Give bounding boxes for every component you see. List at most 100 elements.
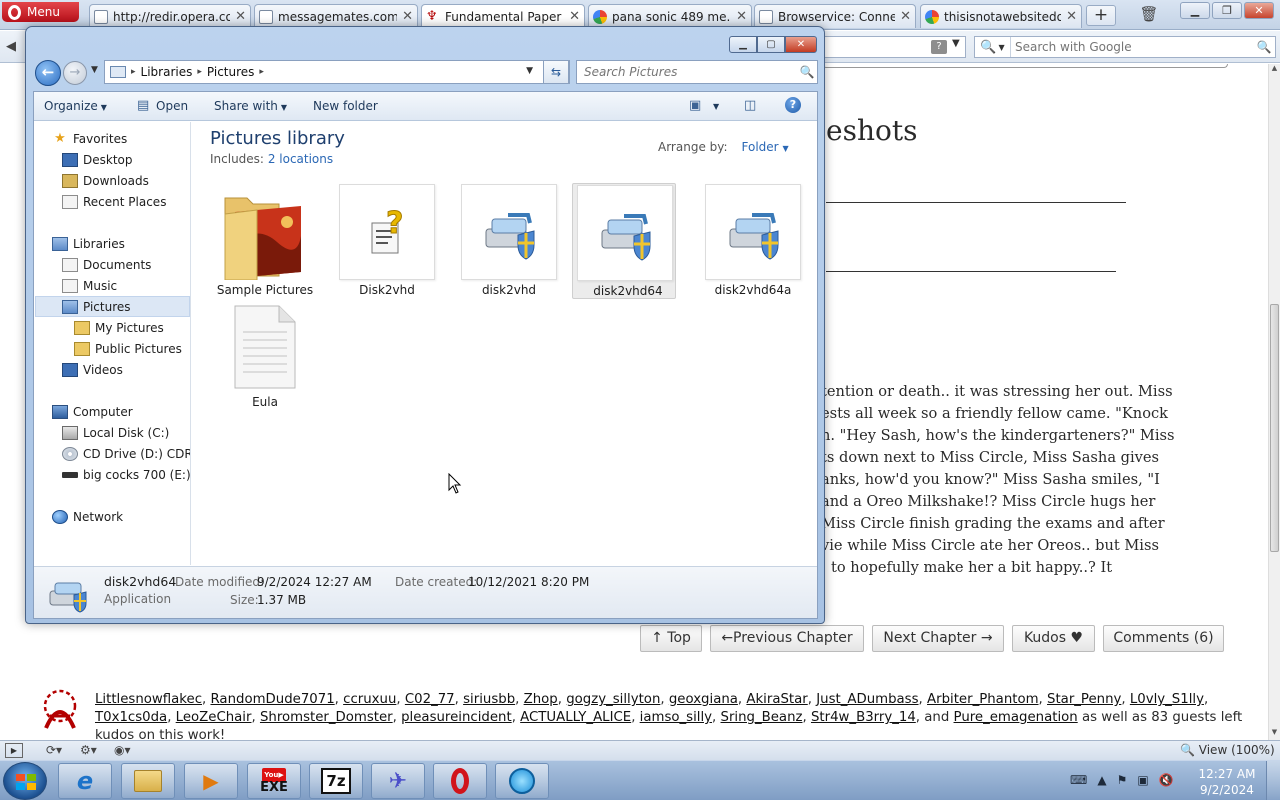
kudos-user-link[interactable]: RandomDude7071 bbox=[210, 692, 334, 707]
tree-recent-places[interactable]: Recent Places bbox=[62, 191, 166, 212]
show-desktop-button[interactable] bbox=[1266, 761, 1280, 800]
file-item-disk2vhd[interactable]: disk2vhd bbox=[454, 184, 558, 300]
minimize-button[interactable]: ▁ bbox=[729, 36, 757, 53]
new-tab-button[interactable]: + bbox=[1086, 5, 1116, 26]
chevron-down-icon[interactable]: ▼ bbox=[952, 38, 960, 49]
tree-downloads[interactable]: Downloads bbox=[62, 170, 149, 191]
zoom-view-button[interactable]: 🔍 View (100%) bbox=[1180, 743, 1275, 757]
kudos-user-link[interactable]: pleasureincident bbox=[401, 710, 512, 725]
search-icon[interactable]: 🔍 bbox=[797, 65, 817, 79]
kudos-user-link[interactable]: Zhop bbox=[524, 692, 558, 707]
organize-button[interactable]: Organize ▼ bbox=[44, 99, 107, 113]
tree-usb-drive[interactable]: big cocks 700 (E:) bbox=[62, 464, 190, 485]
view-options-dropdown[interactable]: ▼ bbox=[713, 102, 719, 111]
kudos-user-link[interactable]: C02_77 bbox=[405, 692, 455, 707]
help-icon[interactable]: ? bbox=[785, 97, 801, 113]
close-tab-icon[interactable]: ✕ bbox=[736, 9, 747, 24]
tree-my-pictures[interactable]: My Pictures bbox=[74, 317, 164, 338]
kudos-user-link[interactable]: siriusbb bbox=[463, 692, 515, 707]
kudos-user-link[interactable]: iamso_silly bbox=[640, 710, 712, 725]
close-tab-icon[interactable]: ✕ bbox=[235, 9, 246, 24]
close-button[interactable]: ✕ bbox=[785, 36, 817, 53]
panel-toggle-icon[interactable]: ▶ bbox=[5, 743, 23, 758]
breadcrumb-pictures[interactable]: Pictures bbox=[207, 65, 255, 79]
tree-music[interactable]: Music bbox=[62, 275, 117, 296]
question-icon[interactable]: ? bbox=[931, 40, 947, 54]
taskbar-internet-explorer[interactable]: e bbox=[58, 763, 112, 799]
file-item-eula[interactable]: Eula bbox=[210, 302, 314, 418]
previous-chapter-button[interactable]: ←Previous Chapter bbox=[710, 625, 864, 652]
start-button[interactable] bbox=[3, 762, 47, 800]
taskbar-opera[interactable] bbox=[433, 763, 487, 799]
tree-network[interactable]: Network bbox=[52, 506, 123, 527]
breadcrumb-separator-icon[interactable]: ▸ bbox=[259, 67, 264, 77]
breadcrumb-separator-icon[interactable]: ▸ bbox=[197, 67, 202, 77]
keyboard-icon[interactable]: ⌨ bbox=[1070, 773, 1087, 787]
locations-link[interactable]: 2 locations bbox=[268, 152, 333, 166]
search-icon[interactable]: 🔍 bbox=[1253, 40, 1275, 54]
recent-pages-dropdown[interactable]: ▼ bbox=[91, 65, 98, 75]
chevron-down-icon[interactable]: ▼ bbox=[526, 66, 533, 76]
browser-tab[interactable]: http://redir.opera.co... ✕ bbox=[89, 4, 251, 28]
back-arrow-icon[interactable]: ◀ bbox=[6, 39, 16, 54]
taskbar-bird-app[interactable]: ✈ bbox=[371, 763, 425, 799]
file-item-sample-pictures[interactable]: Sample Pictures bbox=[210, 184, 314, 300]
preview-pane-icon[interactable]: ◫ bbox=[744, 98, 756, 113]
browser-tab[interactable]: Browservice: Conne... ✕ bbox=[754, 4, 916, 28]
close-button[interactable]: ✕ bbox=[1244, 2, 1274, 19]
back-button[interactable]: ← bbox=[35, 60, 61, 86]
kudos-user-link[interactable]: L0vly_S1lly bbox=[1130, 692, 1204, 707]
search-input[interactable] bbox=[577, 65, 797, 79]
tree-computer[interactable]: Computer bbox=[52, 401, 133, 422]
search-engine-icon[interactable]: 🔍 ▼ bbox=[975, 37, 1011, 57]
action-center-flag-icon[interactable]: ⚑ bbox=[1117, 773, 1128, 787]
close-tab-icon[interactable]: ✕ bbox=[402, 9, 413, 24]
kudos-user-link[interactable]: Littlesnowflakec bbox=[95, 692, 202, 707]
kudos-user-link[interactable]: ccruxuu bbox=[343, 692, 396, 707]
tree-favorites[interactable]: ★ Favorites bbox=[52, 128, 127, 149]
maximize-button[interactable]: ▢ bbox=[757, 36, 785, 53]
minimize-button[interactable]: ▁ bbox=[1180, 2, 1210, 19]
scroll-down-icon[interactable]: ▼ bbox=[1269, 728, 1280, 740]
volume-muted-icon[interactable]: 🔇 bbox=[1159, 773, 1174, 787]
tree-public-pictures[interactable]: Public Pictures bbox=[74, 338, 182, 359]
taskbar-explorer[interactable] bbox=[121, 763, 175, 799]
change-view-icon[interactable]: ▣ bbox=[689, 98, 701, 113]
close-tab-icon[interactable]: ✕ bbox=[1066, 9, 1077, 24]
search-box[interactable]: 🔍 bbox=[576, 60, 818, 84]
browser-tab-active[interactable]: ♆ Fundamental Paper ... ✕ bbox=[421, 4, 585, 28]
refresh-button[interactable]: ⇆ bbox=[543, 60, 569, 84]
kudos-user-link[interactable]: ACTUALLY_ALICE bbox=[520, 710, 631, 725]
breadcrumb-separator-icon[interactable]: ▸ bbox=[131, 67, 136, 77]
kudos-user-link[interactable]: Pure_emagenation bbox=[954, 710, 1078, 725]
kudos-user-link[interactable]: gogzy_sillyton bbox=[566, 692, 660, 707]
comments-button[interactable]: Comments (6) bbox=[1103, 625, 1224, 652]
taskbar-media-player[interactable]: ▶ bbox=[184, 763, 238, 799]
show-hidden-icons-icon[interactable]: ▲ bbox=[1097, 773, 1106, 787]
scroll-up-icon[interactable]: ▲ bbox=[1269, 64, 1280, 76]
file-item-disk2vhd64a[interactable]: disk2vhd64a bbox=[698, 184, 802, 300]
address-bar[interactable]: ▸ Libraries ▸ Pictures ▸ ▼ bbox=[104, 60, 570, 84]
tree-desktop[interactable]: Desktop bbox=[62, 149, 133, 170]
new-folder-button[interactable]: New folder bbox=[313, 99, 378, 113]
kudos-button[interactable]: Kudos ♥ bbox=[1012, 625, 1095, 652]
open-button[interactable]: Open bbox=[156, 99, 188, 113]
browser-tab[interactable]: thisisnotawebsitedo... ✕ bbox=[920, 4, 1082, 28]
scrollbar-thumb[interactable] bbox=[1270, 304, 1279, 552]
arrange-value-dropdown[interactable]: Folder bbox=[742, 140, 779, 154]
tree-videos[interactable]: Videos bbox=[62, 359, 123, 380]
close-tab-icon[interactable]: ✕ bbox=[569, 9, 580, 24]
google-search-input[interactable] bbox=[1011, 40, 1253, 54]
opera-menu-button[interactable]: Menu bbox=[2, 2, 79, 22]
google-search-box[interactable]: 🔍▼ 🔍 bbox=[974, 36, 1276, 58]
kudos-user-link[interactable]: Star_Penny bbox=[1047, 692, 1121, 707]
tree-local-disk[interactable]: Local Disk (C:) bbox=[62, 422, 169, 443]
kudos-user-link[interactable]: Shromster_Domster bbox=[260, 710, 393, 725]
forward-button[interactable]: → bbox=[63, 61, 87, 85]
kudos-user-link[interactable]: Just_ADumbass bbox=[816, 692, 918, 707]
file-item-disk2vhd-unknown[interactable]: ? Disk2vhd bbox=[332, 184, 436, 300]
sync-icon[interactable]: ⟳▾ bbox=[46, 743, 62, 757]
taskbar-7zip[interactable]: 7z bbox=[309, 763, 363, 799]
breadcrumb-libraries[interactable]: Libraries bbox=[141, 65, 193, 79]
restore-button[interactable]: ❐ bbox=[1212, 2, 1242, 19]
